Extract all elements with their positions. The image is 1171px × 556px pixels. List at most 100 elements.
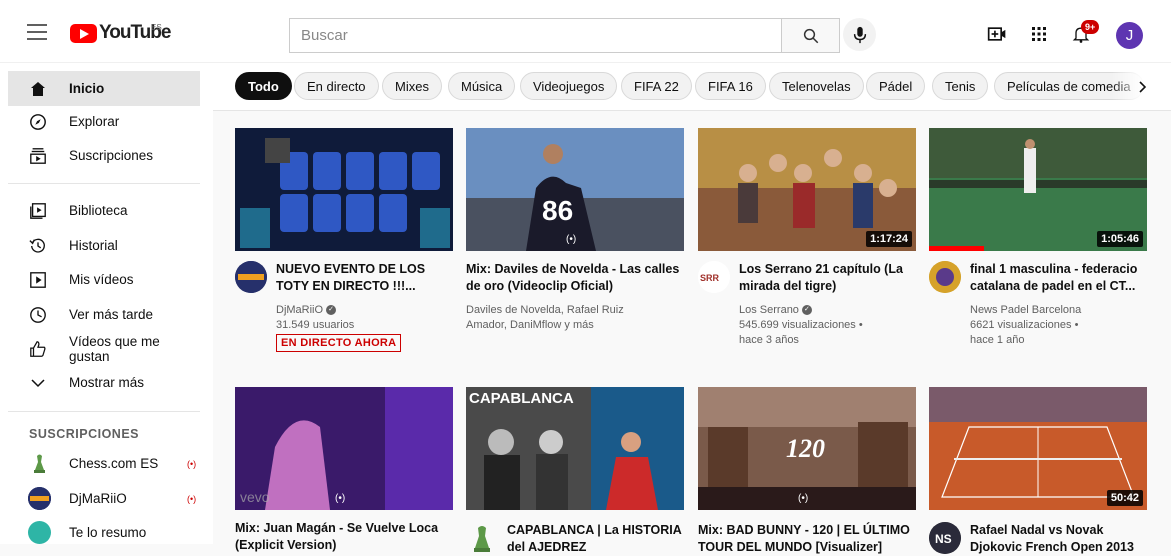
video-card[interactable]: 50:42 NS Rafael Nadal vs Novak Djokovic … <box>929 387 1147 554</box>
video-card[interactable]: vevo (•) Mix: Juan Magán - Se Vuelve Loc… <box>235 387 453 552</box>
avatar[interactable]: SRR <box>698 261 730 293</box>
video-title[interactable]: Mix: Juan Magán - Se Vuelve Loca (Explic… <box>235 520 451 554</box>
create-button[interactable] <box>985 22 1009 46</box>
video-title[interactable]: NUEVO EVENTO DE LOS TOTY EN DIRECTO !!!.… <box>276 261 451 295</box>
channel-name[interactable]: News Padel Barcelona <box>970 303 1081 318</box>
video-thumbnail[interactable] <box>235 128 453 251</box>
video-thumbnail[interactable]: vevo (•) <box>235 387 453 510</box>
chips-next-button[interactable] <box>1133 77 1153 97</box>
sidebar: Inicio Explorar Suscripciones Biblioteca… <box>0 63 213 544</box>
verified-icon: ✓ <box>326 305 337 316</box>
chip-padel[interactable]: Pádel <box>866 72 926 100</box>
avatar <box>28 521 51 544</box>
youtube-play-icon <box>70 23 97 43</box>
country-code: ES <box>151 23 162 32</box>
chip-tenis[interactable]: Tenis <box>932 72 989 100</box>
sidebar-item-ver-mas-tarde[interactable]: Ver más tarde <box>8 297 200 332</box>
live-now-badge: EN DIRECTO AHORA <box>276 334 402 352</box>
avatar[interactable] <box>929 261 961 293</box>
video-duration: 1:05:46 <box>1097 231 1143 247</box>
video-card[interactable]: NUEVO EVENTO DE LOS TOTY EN DIRECTO !!!.… <box>235 128 453 360</box>
video-card[interactable]: 1:17:24 SRR Los Serrano 21 capítulo (La … <box>698 128 916 360</box>
apps-button[interactable] <box>1027 22 1051 46</box>
live-indicator-icon: (•) <box>187 458 197 469</box>
avatar <box>28 452 51 475</box>
avatar[interactable]: NS <box>929 522 961 554</box>
video-title[interactable]: Rafael Nadal vs Novak Djokovic French Op… <box>970 522 1145 556</box>
channel-name[interactable]: Los Serrano ✓ <box>739 303 812 318</box>
sidebar-sub-djmariio[interactable]: DjMaRiiO (•) <box>8 481 200 516</box>
sidebar-item-label: Biblioteca <box>69 203 128 218</box>
video-thumbnail[interactable]: 1:17:24 <box>698 128 916 251</box>
create-video-icon <box>987 27 1006 41</box>
sidebar-sub-chess[interactable]: Chess.com ES (•) <box>8 446 200 481</box>
sidebar-item-explorar[interactable]: Explorar <box>8 104 200 139</box>
avatar[interactable] <box>235 261 267 293</box>
video-card[interactable]: 86 (•) Mix: Daviles de Novelda - Las cal… <box>466 128 684 360</box>
video-card[interactable]: 120 (•) Mix: BAD BUNNY - 120 | EL ÚLTIMO… <box>698 387 916 554</box>
account-avatar[interactable]: J <box>1116 22 1143 49</box>
video-thumbnail[interactable]: 1:05:46 <box>929 128 1147 251</box>
sidebar-sub-te-lo-resumo[interactable]: Te lo resumo <box>8 515 200 550</box>
channel-name[interactable]: DjMaRiiO ✓ <box>276 303 337 318</box>
clock-icon <box>27 304 49 326</box>
thumbnail-text: CAPABLANCA <box>469 390 574 407</box>
sidebar-item-label: Historial <box>69 238 118 253</box>
chip-mixes[interactable]: Mixes <box>382 72 442 100</box>
sidebar-item-mostrar-mas[interactable]: Mostrar más <box>8 365 200 400</box>
chevron-right-icon <box>1139 81 1147 93</box>
sidebar-item-label: Mis vídeos <box>69 272 134 287</box>
video-thumbnail[interactable]: 86 (•) <box>466 128 684 251</box>
home-icon <box>27 78 49 100</box>
sidebar-item-mis-videos[interactable]: Mis vídeos <box>8 262 200 297</box>
chip-telenovelas[interactable]: Telenovelas <box>769 72 864 100</box>
sidebar-item-label: Suscripciones <box>69 148 154 163</box>
sidebar-item-label: DjMaRiiO <box>69 491 127 506</box>
my-videos-icon <box>27 269 49 291</box>
sidebar-item-label: Te lo resumo <box>69 525 147 540</box>
chevron-down-icon <box>27 372 49 394</box>
thumbnail-image: 86 <box>466 128 684 251</box>
search-input[interactable] <box>290 19 781 52</box>
sidebar-item-label: Ver más tarde <box>69 307 154 322</box>
search-button[interactable] <box>781 18 840 53</box>
apps-grid-icon <box>1032 27 1046 41</box>
video-title[interactable]: Los Serrano 21 capítulo (La mirada del t… <box>739 261 914 295</box>
video-title[interactable]: Mix: BAD BUNNY - 120 | EL ÚLTIMO TOUR DE… <box>698 522 914 556</box>
video-title[interactable]: CAPABLANCA | La HISTORIA del AJEDREZ <box>507 522 682 556</box>
video-thumbnail[interactable]: 50:42 <box>929 387 1147 510</box>
thumbnail-image: CAPABLANCA <box>466 387 684 510</box>
sidebar-item-videos-que-me-gustan[interactable]: Vídeos que me gustan <box>8 331 200 366</box>
video-title[interactable]: final 1 masculina - federacio catalana d… <box>970 261 1145 295</box>
video-card[interactable]: CAPABLANCA CAPABLANCA | La HISTORIA del … <box>466 387 684 554</box>
avatar[interactable] <box>466 522 498 554</box>
video-meta: 6621 visualizaciones • <box>970 319 1079 331</box>
video-thumbnail[interactable]: 120 (•) <box>698 387 916 510</box>
sidebar-item-biblioteca[interactable]: Biblioteca <box>8 193 200 228</box>
mix-icon: (•) <box>566 234 577 245</box>
video-thumbnail[interactable]: CAPABLANCA <box>466 387 684 510</box>
sidebar-item-inicio[interactable]: Inicio <box>8 71 200 106</box>
avatar <box>28 487 51 510</box>
chip-musica[interactable]: Música <box>448 72 516 100</box>
thumbnail-image: 120 <box>698 387 916 510</box>
masthead: YouTube ES 9+ J <box>0 0 1171 63</box>
video-card[interactable]: 1:05:46 final 1 masculina - federacio ca… <box>929 128 1147 360</box>
sidebar-item-suscripciones[interactable]: Suscripciones <box>8 138 200 173</box>
chip-fifa-22[interactable]: FIFA 22 <box>621 72 692 100</box>
voice-search-button[interactable] <box>843 18 876 51</box>
menu-icon[interactable] <box>27 24 47 40</box>
notifications-badge: 9+ <box>1081 20 1100 34</box>
sidebar-item-historial[interactable]: Historial <box>8 228 200 263</box>
compass-icon <box>27 111 49 133</box>
search-icon <box>803 28 818 43</box>
video-title[interactable]: Mix: Daviles de Novelda - Las calles de … <box>466 261 682 295</box>
chip-fifa-16[interactable]: FIFA 16 <box>695 72 766 100</box>
chip-todo[interactable]: Todo <box>235 72 292 100</box>
chip-en-directo[interactable]: En directo <box>294 72 379 100</box>
thumbnail-image <box>235 128 453 251</box>
microphone-icon <box>853 26 866 43</box>
chip-videojuegos[interactable]: Videojuegos <box>520 72 618 100</box>
channel-name[interactable]: Daviles de Novelda, Rafael Ruiz Amador, … <box>466 303 666 333</box>
video-meta: 545.699 visualizaciones • <box>739 319 863 331</box>
